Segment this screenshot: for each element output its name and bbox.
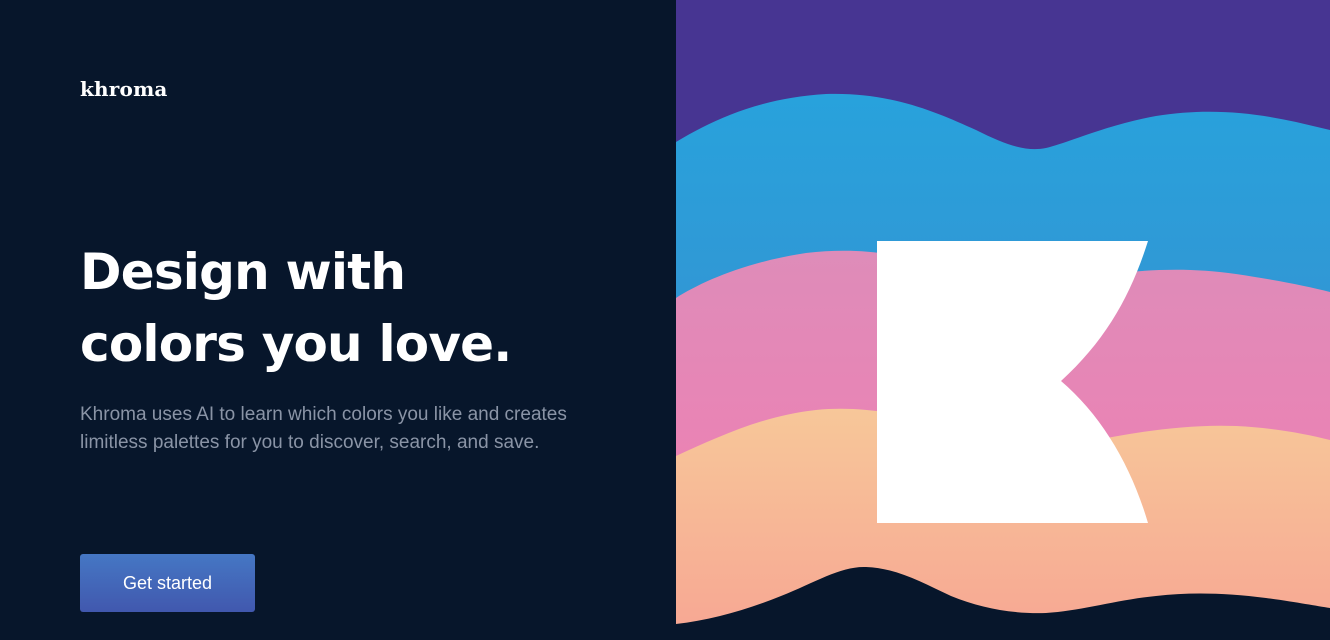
get-started-button[interactable]: Get started: [80, 554, 255, 612]
headline-line-1: Design with: [80, 243, 406, 301]
headline-line-2: colors you love.: [80, 315, 512, 373]
hero-headline: Design with colors you love.: [80, 236, 640, 380]
hero-panel: khroma Design with colors you love. Khro…: [0, 0, 676, 640]
hero-description: Khroma uses AI to learn which colors you…: [80, 404, 567, 453]
wave-artwork: [676, 0, 1330, 640]
hero-illustration: [676, 0, 1330, 640]
khroma-logo[interactable]: khroma: [80, 76, 168, 102]
